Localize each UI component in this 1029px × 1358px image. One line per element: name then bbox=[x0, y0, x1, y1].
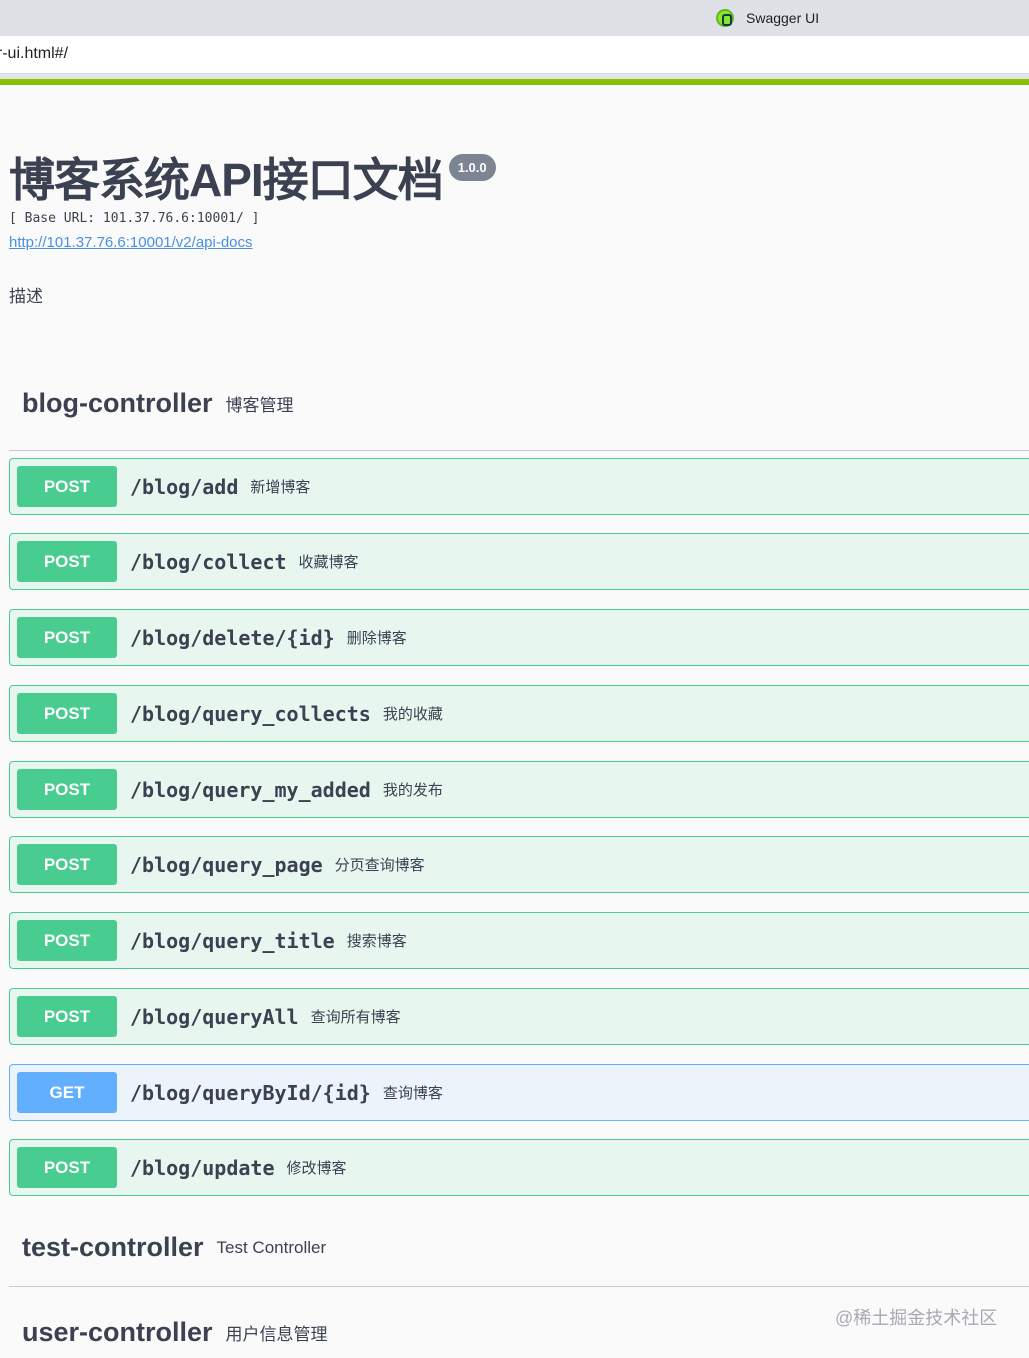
browser-tab[interactable]: Swagger UI bbox=[700, 0, 835, 36]
operation-post-blog-delete[interactable]: POST /blog/delete/{id} 删除博客 bbox=[9, 609, 1029, 666]
method-badge: POST bbox=[17, 617, 117, 658]
operation-summary: 查询所有博客 bbox=[310, 1009, 401, 1026]
operation-post-blog-query-page[interactable]: POST /blog/query_page 分页查询博客 bbox=[9, 836, 1029, 893]
method-badge: POST bbox=[17, 1147, 117, 1188]
swagger-logo-icon bbox=[716, 9, 734, 27]
operation-post-blog-query-all[interactable]: POST /blog/queryAll 查询所有博客 bbox=[9, 988, 1029, 1045]
api-description: 描述 bbox=[9, 287, 43, 306]
method-badge: POST bbox=[17, 541, 117, 582]
operation-post-blog-add[interactable]: POST /blog/add 新增博客 bbox=[9, 458, 1029, 515]
operation-path: /blog/update bbox=[130, 1155, 275, 1180]
info-header: 博客系统API接口文档 1.0.0 bbox=[9, 150, 496, 210]
method-badge: GET bbox=[17, 1072, 117, 1113]
method-badge: POST bbox=[17, 769, 117, 810]
operation-summary: 我的发布 bbox=[382, 782, 443, 799]
operation-get-blog-query-by-id[interactable]: GET /blog/queryById/{id} 查询博客 bbox=[9, 1064, 1029, 1121]
method-badge: POST bbox=[17, 920, 117, 961]
operation-post-blog-query-title[interactable]: POST /blog/query_title 搜索博客 bbox=[9, 912, 1029, 969]
operation-path: /blog/queryAll bbox=[130, 1004, 299, 1029]
operation-summary: 搜索博客 bbox=[346, 933, 407, 950]
page-title: 博客系统API接口文档 bbox=[9, 154, 444, 206]
swagger-top-accent-bar bbox=[0, 79, 1029, 85]
operation-summary: 收藏博客 bbox=[298, 554, 359, 571]
tag-name: user-controller bbox=[22, 1317, 213, 1347]
operation-path: /blog/collect bbox=[130, 549, 287, 574]
url-text[interactable]: er-ui.html#/ bbox=[0, 45, 68, 63]
tag-name: test-controller bbox=[22, 1232, 204, 1262]
operation-path: /blog/queryById/{id} bbox=[130, 1080, 371, 1105]
tag-name: blog-controller bbox=[22, 388, 213, 418]
operation-post-blog-update[interactable]: POST /blog/update 修改博客 bbox=[9, 1139, 1029, 1196]
operation-post-blog-collect[interactable]: POST /blog/collect 收藏博客 bbox=[9, 533, 1029, 590]
operation-summary: 新增博客 bbox=[250, 479, 311, 496]
watermark: @稀土掘金技术社区 bbox=[835, 1308, 998, 1328]
tag-header-blog-controller[interactable]: blog-controller 博客管理 bbox=[9, 388, 1029, 419]
operation-path: /blog/delete/{id} bbox=[130, 625, 335, 650]
address-bar[interactable]: er-ui.html#/ bbox=[0, 36, 1029, 74]
tag-divider bbox=[9, 450, 1029, 451]
operation-path: /blog/query_my_added bbox=[130, 777, 371, 802]
tag-divider bbox=[9, 1286, 1029, 1287]
operation-summary: 我的收藏 bbox=[382, 706, 443, 723]
api-docs-link[interactable]: http://101.37.76.6:10001/v2/api-docs bbox=[9, 234, 253, 251]
operation-post-blog-query-collects[interactable]: POST /blog/query_collects 我的收藏 bbox=[9, 685, 1029, 742]
tag-description: 用户信息管理 bbox=[225, 1325, 328, 1344]
tag-description: Test Controller bbox=[216, 1237, 327, 1257]
operation-path: /blog/query_page bbox=[130, 852, 323, 877]
tag-header-test-controller[interactable]: test-controller Test Controller bbox=[9, 1232, 1029, 1263]
operation-path: /blog/query_title bbox=[130, 928, 335, 953]
base-url: [ Base URL: 101.37.76.6:10001/ ] bbox=[9, 211, 260, 226]
operation-post-blog-query-my-added[interactable]: POST /blog/query_my_added 我的发布 bbox=[9, 761, 1029, 818]
operation-summary: 修改博客 bbox=[286, 1160, 347, 1177]
method-badge: POST bbox=[17, 693, 117, 734]
version-badge: 1.0.0 bbox=[448, 154, 496, 181]
browser-tab-bar: Swagger UI bbox=[0, 0, 1029, 36]
operation-summary: 删除博客 bbox=[346, 630, 407, 647]
operation-path: /blog/query_collects bbox=[130, 701, 371, 726]
operation-path: /blog/add bbox=[130, 474, 239, 499]
operation-summary: 查询博客 bbox=[382, 1085, 443, 1102]
operation-summary: 分页查询博客 bbox=[334, 857, 425, 874]
method-badge: POST bbox=[17, 466, 117, 507]
method-badge: POST bbox=[17, 996, 117, 1037]
tag-description: 博客管理 bbox=[225, 396, 294, 415]
tab-title: Swagger UI bbox=[746, 10, 820, 26]
method-badge: POST bbox=[17, 844, 117, 885]
